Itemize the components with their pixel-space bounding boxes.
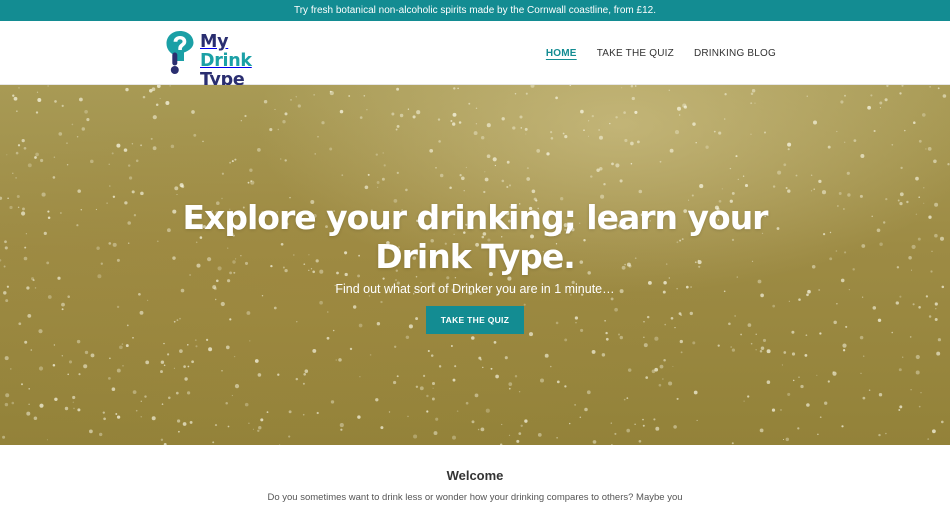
take-the-quiz-button[interactable]: TAKE THE QUIZ	[426, 306, 524, 334]
hero-banner: Explore your drinking; learn your Drink …	[0, 85, 950, 445]
promo-link[interactable]: Try fresh botanical non-alcoholic spirit…	[294, 5, 656, 16]
site-logo[interactable]: My Drink Type	[165, 30, 285, 90]
promo-bar: Try fresh botanical non-alcoholic spirit…	[0, 0, 950, 21]
nav-home[interactable]: HOME	[546, 48, 577, 59]
hero-subtitle: Find out what sort of Drinker you are in…	[335, 282, 615, 296]
logo-word-drink: Drink	[200, 51, 252, 71]
nav-take-the-quiz[interactable]: TAKE THE QUIZ	[597, 48, 674, 59]
site-header: My Drink Type HOME TAKE THE QUIZ DRINKIN…	[0, 21, 950, 90]
welcome-text: Do you sometimes want to drink less or w…	[267, 492, 683, 503]
welcome-heading: Welcome	[446, 468, 504, 483]
nav-drinking-blog[interactable]: DRINKING BLOG	[694, 48, 776, 59]
logo-word-my: My	[200, 32, 229, 52]
logo-wordmark: My Drink Type	[200, 33, 285, 90]
question-mark-droplet-icon	[166, 31, 194, 74]
hero-title: Explore your drinking; learn your Drink …	[0, 198, 950, 276]
hero-title-line-1: Explore your drinking; learn your	[182, 198, 769, 237]
hero-title-line-2: Drink Type.	[375, 237, 576, 276]
main-nav: HOME TAKE THE QUIZ DRINKING BLOG	[526, 21, 776, 85]
